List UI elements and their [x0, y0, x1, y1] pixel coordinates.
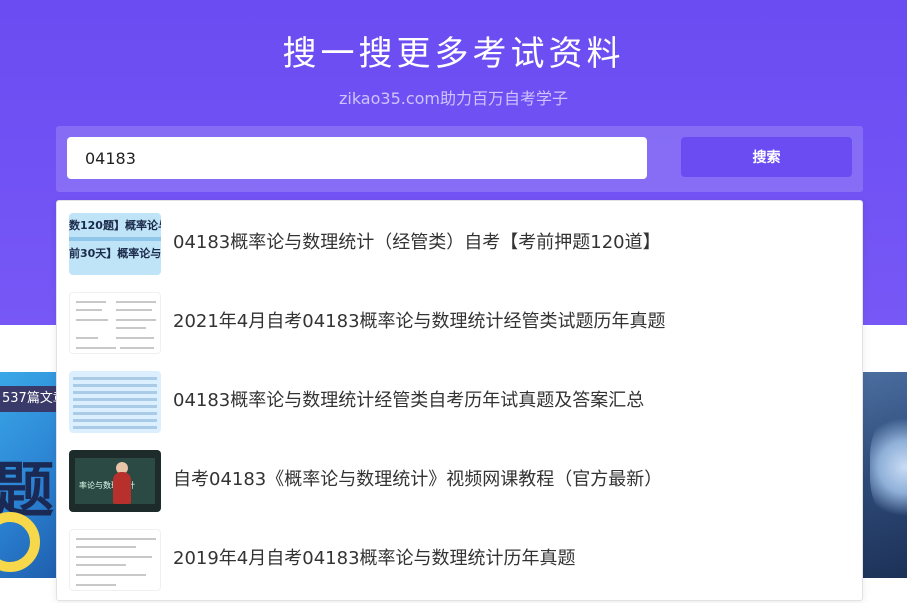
promo-strip-text: 537篇文章	[0, 386, 56, 412]
suggestion-thumbnail	[69, 371, 161, 433]
suggestion-title: 自考04183《概率论与数理统计》视频网课教程（官方最新）	[173, 469, 663, 490]
presenter-body	[113, 472, 131, 504]
suggestion-thumbnail: 率论与数理统计	[69, 450, 161, 512]
page-subtitle: zikao35.com助力百万自考学子	[338, 89, 569, 108]
suggestion-thumbnail	[69, 292, 161, 354]
search-input[interactable]	[67, 137, 647, 179]
thumbnail-text: 前30天】概率论与数理	[69, 247, 161, 260]
suggestion-title: 2019年4月自考04183概率论与数理统计历年真题	[173, 548, 576, 569]
search-button[interactable]: 搜索	[681, 137, 852, 177]
suggestion-title: 2021年4月自考04183概率论与数理统计经管类试题历年真题	[173, 311, 666, 332]
suggestion-item[interactable]: 04183概率论与数理统计经管类自考历年试真题及答案汇总	[57, 361, 862, 440]
suggestion-title: 04183概率论与数理统计经管类自考历年试真题及答案汇总	[173, 390, 645, 411]
thumbnail-divider	[69, 237, 161, 241]
promo-glow-decoration	[870, 412, 907, 522]
suggestion-dropdown: 数120题】概率论与数理 前30天】概率论与数理 04183概率论与数理统计（经…	[56, 200, 863, 601]
suggestion-item[interactable]: 率论与数理统计 自考04183《概率论与数理统计》视频网课教程（官方最新）	[57, 440, 862, 519]
thumbnail-text: 数120题】概率论与数理	[69, 219, 161, 232]
suggestion-thumbnail	[69, 529, 161, 591]
suggestion-item[interactable]: 2019年4月自考04183概率论与数理统计历年真题	[57, 519, 862, 598]
suggestion-item[interactable]: 数120题】概率论与数理 前30天】概率论与数理 04183概率论与数理统计（经…	[57, 203, 862, 282]
right-promo-banner[interactable]	[862, 372, 907, 578]
suggestion-thumbnail: 数120题】概率论与数理 前30天】概率论与数理	[69, 213, 161, 275]
left-promo-banner[interactable]: 537篇文章 题	[0, 372, 56, 578]
suggestion-item[interactable]: 2021年4月自考04183概率论与数理统计经管类试题历年真题	[57, 282, 862, 361]
page-title: 搜一搜更多考试资料	[282, 34, 625, 74]
search-bar: 搜索	[56, 126, 863, 192]
suggestion-title: 04183概率论与数理统计（经管类）自考【考前押题120道】	[173, 232, 661, 253]
